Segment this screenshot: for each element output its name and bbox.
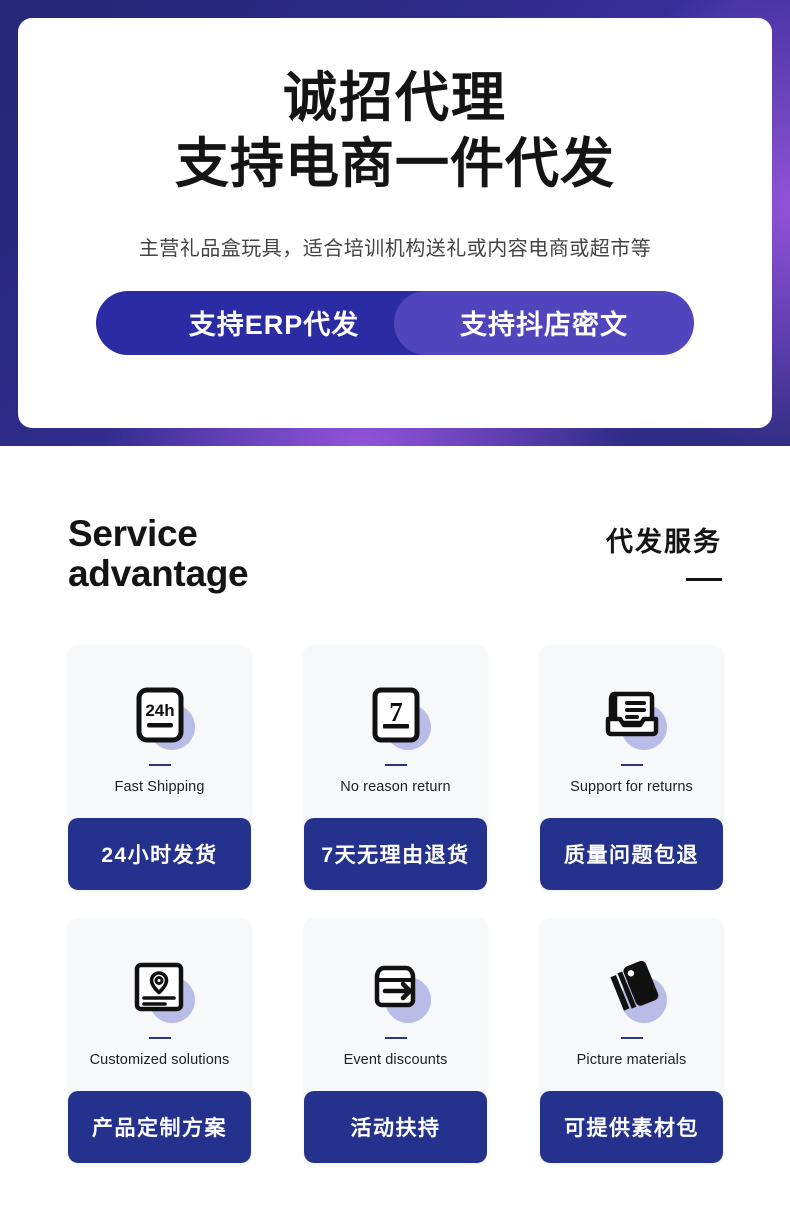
hero-card: 诚招代理 支持电商一件代发 主营礼品盒玩具，适合培训机构送礼或内容电商或超市等 … [18,18,772,428]
service-card[interactable]: 7 No reason return 7天无理由退货 [304,644,487,890]
service-card[interactable]: Support for returns 质量问题包退 [540,644,723,890]
service-card-en: Customized solutions [89,1051,230,1068]
document-location-pin-icon [123,953,197,1023]
service-card-top: Support for returns [540,644,723,824]
section-title-cn-wrap: 代发服务 [606,514,722,581]
section-title-en: Service advantage [68,513,249,594]
service-card-top: 7 No reason return [304,644,487,824]
service-card-en: Support for returns [570,778,693,795]
section-rule [686,578,722,581]
service-card[interactable]: Event discounts 活动扶持 [304,917,487,1163]
section-title-en-line2: advantage [68,552,249,594]
service-card[interactable]: 24h Fast Shipping 24小时发货 [68,644,251,890]
service-card-cn: 活动扶持 [304,1090,487,1163]
service-card-en: Picture materials [576,1051,687,1068]
hero-pill-row: 支持ERP代发 支持抖店密文 [96,290,694,355]
svg-text:24h: 24h [145,701,174,720]
svg-text:7: 7 [389,697,403,727]
service-card-en: No reason return [340,778,451,795]
section-header: Service advantage 代发服务 [0,446,790,594]
service-card-grid: 24h Fast Shipping 24小时发货 7 No reason ret… [0,594,790,1163]
service-card-cn: 产品定制方案 [68,1090,251,1163]
card-divider [148,763,171,766]
calendar-24h-icon: 24h [123,680,197,750]
card-divider [384,763,407,766]
hero-banner: 诚招代理 支持电商一件代发 主营礼品盒玩具，适合培训机构送礼或内容电商或超市等 … [0,0,790,446]
pill-douyin-ciphertext[interactable]: 支持抖店密文 [394,290,694,355]
service-card-cn: 质量问题包退 [540,817,723,890]
service-card-cn: 可提供素材包 [540,1090,723,1163]
hero-subtitle: 主营礼品盒玩具，适合培训机构送礼或内容电商或超市等 [138,237,652,260]
box-arrow-right-icon [359,953,433,1023]
service-card[interactable]: Picture materials 可提供素材包 [540,917,723,1163]
section-title-en-line1: Service [68,513,198,554]
tag-stack-icon [595,953,669,1023]
calendar-7day-icon: 7 [359,680,433,750]
service-card-cn: 7天无理由退货 [304,817,487,890]
card-divider [148,1036,171,1039]
hero-title-line1: 诚招代理 [283,68,507,128]
service-card-top: 24h Fast Shipping [68,644,251,824]
card-divider [620,1036,643,1039]
service-card-top: Customized solutions [68,917,251,1097]
service-card-top: Event discounts [304,917,487,1097]
service-card[interactable]: Customized solutions 产品定制方案 [68,917,251,1163]
service-card-en: Event discounts [343,1051,448,1068]
service-card-top: Picture materials [540,917,723,1097]
service-card-cn: 24小时发货 [68,817,251,890]
card-divider [620,763,643,766]
hero-title: 诚招代理 支持电商一件代发 [175,66,615,198]
inbox-document-icon [595,680,669,750]
section-title-cn: 代发服务 [606,527,722,557]
card-divider [384,1036,407,1039]
service-card-en: Fast Shipping [114,778,205,795]
hero-title-line2: 支持电商一件代发 [175,133,615,194]
